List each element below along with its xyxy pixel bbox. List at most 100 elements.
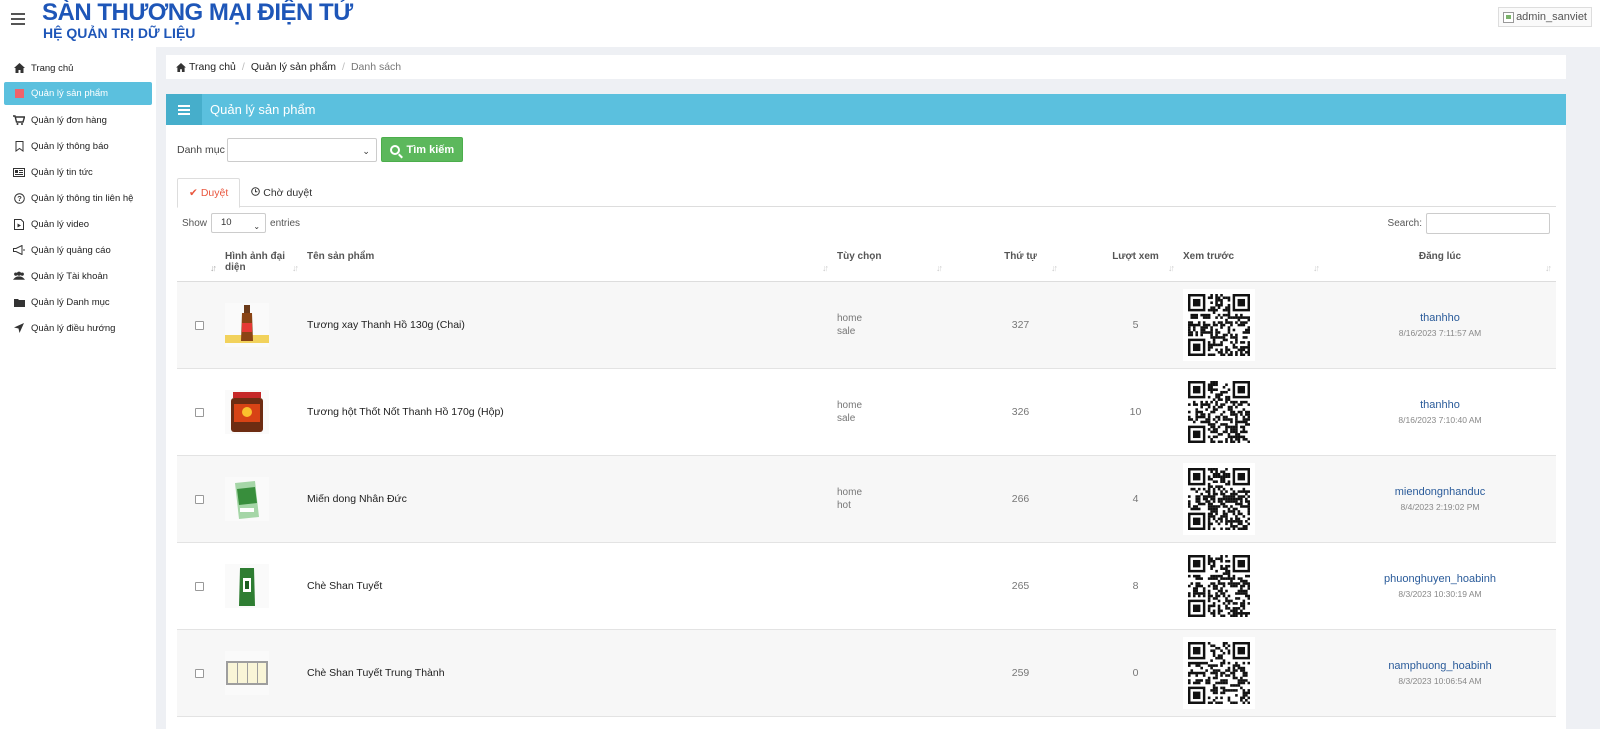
sidebar-item-navigation[interactable]: Quản lý điều hướng [4, 315, 152, 341]
row-name[interactable]: Chè Shan Tuyết [303, 580, 833, 592]
product-thumbnail[interactable] [225, 303, 269, 347]
row-option-1: home [837, 400, 863, 411]
check-icon: ✔ [189, 187, 198, 199]
row-user[interactable]: thanhho [1328, 312, 1552, 324]
row-views: 0 [1132, 667, 1139, 679]
sidebar-item-products[interactable]: Quản lý sản phẩm [4, 82, 152, 105]
table-row[interactable]: Tương xay Thanh Hồ 130g (Chai) home sale… [177, 282, 1556, 369]
row-user[interactable]: thanhho [1328, 399, 1552, 411]
sidebar-item-label: Quản lý đơn hàng [31, 114, 107, 126]
sidebar-item-orders[interactable]: Quản lý đơn hàng [4, 107, 152, 133]
table-row[interactable]: Chè Shan Tuyết Trung Thành 259 0 namphuo… [177, 630, 1556, 717]
row-option-2: sale [837, 413, 856, 424]
row-preview [1179, 637, 1324, 709]
page-length-select[interactable]: 10 ⌄ [211, 213, 267, 233]
row-select[interactable] [177, 407, 221, 417]
col-select[interactable]: ↓↑ [177, 243, 221, 281]
col-posted[interactable]: Đăng lúc ↓↑ [1324, 243, 1556, 281]
col-name[interactable]: Tên sản phẩm ↓↑ [303, 243, 833, 281]
col-image[interactable]: Hình ảnh đại diện ↓↑ [221, 243, 303, 281]
row-checkbox[interactable] [194, 320, 204, 330]
product-panel: Quản lý sản phẩm Danh mục ⌄ Tìm kiếm ✔ D… [166, 94, 1566, 729]
sidebar-item-notifications[interactable]: Quản lý thông báo [4, 133, 152, 159]
sidebar-item-home[interactable]: Trang chủ [4, 55, 152, 81]
row-date: 8/3/2023 10:30:19 AM [1398, 589, 1482, 599]
product-thumbnail[interactable] [225, 564, 269, 608]
row-option-1: home [837, 487, 863, 498]
newspaper-icon [13, 166, 25, 178]
qr-code[interactable] [1183, 289, 1255, 361]
table-body: Tương xay Thanh Hồ 130g (Chai) home sale… [177, 282, 1556, 717]
row-select[interactable] [177, 494, 221, 504]
breadcrumb-home[interactable]: Trang chủ [189, 61, 236, 73]
search-input[interactable] [1426, 213, 1550, 234]
category-select[interactable]: ⌄ [226, 137, 377, 162]
col-posted-label: Đăng lúc [1418, 251, 1462, 262]
brand[interactable]: SÀN THƯƠNG MẠI ĐIỆN TỬ HỆ QUẢN TRỊ DỮ LI… [42, 0, 353, 40]
table-search: Search: [1388, 213, 1550, 234]
table-row[interactable]: Chè Shan Tuyết 265 8 phuonghuyen_hoabinh… [177, 543, 1556, 630]
row-checkbox[interactable] [194, 581, 204, 591]
row-preview [1179, 289, 1324, 361]
qr-code[interactable] [1183, 550, 1255, 622]
search-button[interactable]: Tìm kiếm [380, 137, 463, 162]
sort-icon: ↓↑ [1545, 263, 1552, 273]
sidebar-item-label: Quản lý thông tin liên hệ [31, 192, 134, 204]
cart-icon [13, 114, 25, 126]
row-order: 266 [1011, 493, 1030, 505]
panel-header: Quản lý sản phẩm [166, 94, 1566, 125]
col-views[interactable]: Lượt xem ↓↑ [1062, 243, 1179, 281]
sidebar-item-video[interactable]: Quản lý video [4, 211, 152, 237]
page-length: Show 10 ⌄ entries [182, 213, 300, 233]
row-order: 265 [1011, 580, 1030, 592]
col-order[interactable]: Thứ tự ↓↑ [947, 243, 1062, 281]
row-user[interactable]: miendongnhanduc [1328, 486, 1552, 498]
sidebar-item-ads[interactable]: Quản lý quảng cáo [4, 237, 152, 263]
row-user[interactable]: namphuong_hoabinh [1328, 660, 1552, 672]
row-options: home sale [833, 312, 947, 338]
menu-toggle-icon[interactable] [11, 13, 25, 25]
row-user[interactable]: phuonghuyen_hoabinh [1328, 573, 1552, 585]
chevron-down-icon: ⌄ [362, 145, 370, 156]
sidebar-item-accounts[interactable]: Quản lý Tài khoản [4, 263, 152, 289]
qr-code[interactable] [1183, 637, 1255, 709]
product-thumbnail[interactable] [225, 390, 269, 434]
user-menu[interactable]: admin_sanviet [1498, 7, 1592, 27]
row-checkbox[interactable] [194, 494, 204, 504]
tab-approved[interactable]: ✔ Duyệt [177, 178, 241, 208]
row-views: 4 [1132, 493, 1139, 505]
row-image [221, 390, 303, 434]
row-name[interactable]: Chè Shan Tuyết Trung Thành [303, 667, 833, 679]
row-select[interactable] [177, 668, 221, 678]
sort-icon: ↓↑ [292, 263, 299, 273]
row-checkbox[interactable] [194, 407, 204, 417]
product-thumbnail[interactable] [225, 651, 269, 695]
col-preview[interactable]: Xem trước ↓↑ [1179, 243, 1324, 281]
sidebar-item-news[interactable]: Quản lý tin tức [4, 159, 152, 185]
col-image-label: Hình ảnh đại diện [225, 251, 285, 273]
sort-icon: ↓↑ [1051, 263, 1058, 273]
sidebar-item-label: Quản lý điều hướng [31, 322, 116, 334]
tab-pending[interactable]: Chờ duyệt [240, 178, 323, 207]
row-preview [1179, 463, 1324, 535]
breadcrumb-separator: / [342, 61, 345, 73]
row-name[interactable]: Tương xay Thanh Hồ 130g (Chai) [303, 319, 833, 331]
qr-code[interactable] [1183, 376, 1255, 448]
brand-title: SÀN THƯƠNG MẠI ĐIỆN TỬ [42, 0, 353, 26]
row-name[interactable]: Tương hột Thốt Nốt Thanh Hồ 170g (Hộp) [303, 406, 833, 418]
col-options[interactable]: Tùy chọn ↓↑ [833, 243, 947, 281]
table-row[interactable]: Tương hột Thốt Nốt Thanh Hồ 170g (Hộp) h… [177, 369, 1556, 456]
row-posted: thanhho 8/16/2023 7:10:40 AM [1324, 399, 1556, 425]
folder-icon [13, 296, 25, 308]
qr-code[interactable] [1183, 463, 1255, 535]
row-select[interactable] [177, 581, 221, 591]
svg-text:?: ? [17, 194, 22, 203]
row-select[interactable] [177, 320, 221, 330]
table-row[interactable]: Miến dong Nhân Đức home hot 266 4 miendo… [177, 456, 1556, 543]
sidebar-item-contact[interactable]: ? Quản lý thông tin liên hệ [4, 185, 152, 211]
product-thumbnail[interactable] [225, 477, 269, 521]
row-checkbox[interactable] [194, 668, 204, 678]
breadcrumb-section[interactable]: Quản lý sản phẩm [251, 61, 336, 73]
row-name[interactable]: Miến dong Nhân Đức [303, 493, 833, 505]
sidebar-item-categories[interactable]: Quản lý Danh mục [4, 289, 152, 315]
